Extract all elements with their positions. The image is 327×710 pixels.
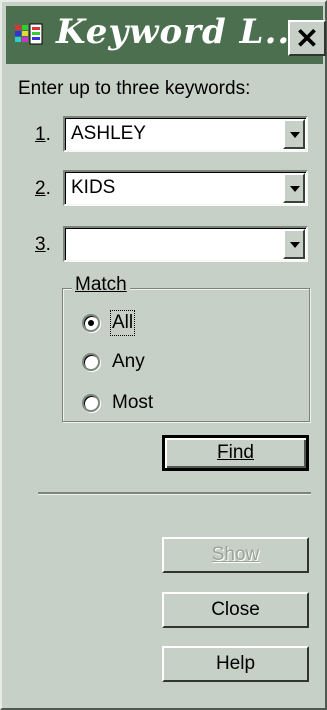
keyword-1-combo[interactable]: ASHLEY	[63, 116, 308, 152]
keyword-2-number: 2.	[35, 178, 51, 199]
radio-unselected-icon[interactable]	[82, 353, 100, 371]
find-button[interactable]: Find	[162, 435, 309, 471]
match-option-most-label: Most	[112, 392, 154, 413]
find-button-label: Find	[217, 442, 254, 463]
keyword-1-number: 1.	[35, 124, 51, 145]
keyword-3-combo[interactable]	[63, 226, 308, 262]
title-bar[interactable]: Keyword L... ✕	[6, 6, 326, 64]
radio-selected-icon[interactable]	[82, 314, 100, 332]
show-button[interactable]: Show	[162, 537, 309, 573]
keyword-2-dropdown-icon[interactable]	[283, 173, 305, 203]
match-option-any[interactable]: Any	[82, 349, 145, 375]
help-button-label: Help	[215, 653, 256, 674]
instructions-label: Enter up to three keywords:	[18, 78, 251, 99]
radio-unselected-icon[interactable]	[82, 394, 100, 412]
keyword-3-number: 3.	[35, 234, 51, 255]
keyword-3-dropdown-icon[interactable]	[283, 229, 305, 259]
keyword-1-dropdown-icon[interactable]	[283, 119, 305, 149]
match-option-all[interactable]: All	[82, 310, 136, 336]
keyword-2-combo[interactable]: KIDS	[63, 170, 308, 206]
help-button[interactable]: Help	[162, 646, 309, 682]
show-button-label: Show	[211, 544, 260, 565]
keyword-2-value: KIDS	[71, 177, 116, 198]
close-button-label: Close	[211, 599, 260, 620]
keyword-1-value: ASHLEY	[71, 123, 146, 144]
window-title: Keyword L...	[56, 12, 304, 52]
close-icon[interactable]: ✕	[288, 20, 326, 56]
close-button[interactable]: Close	[162, 592, 309, 628]
app-icon	[15, 23, 43, 45]
match-group-title: Match	[72, 274, 130, 296]
separator	[38, 492, 311, 495]
keyword-list-window: Keyword L... ✕ Enter up to three keyword…	[0, 0, 327, 710]
match-option-most[interactable]: Most	[82, 390, 153, 416]
match-option-all-label: All	[109, 310, 136, 336]
match-option-any-label: Any	[112, 351, 145, 372]
